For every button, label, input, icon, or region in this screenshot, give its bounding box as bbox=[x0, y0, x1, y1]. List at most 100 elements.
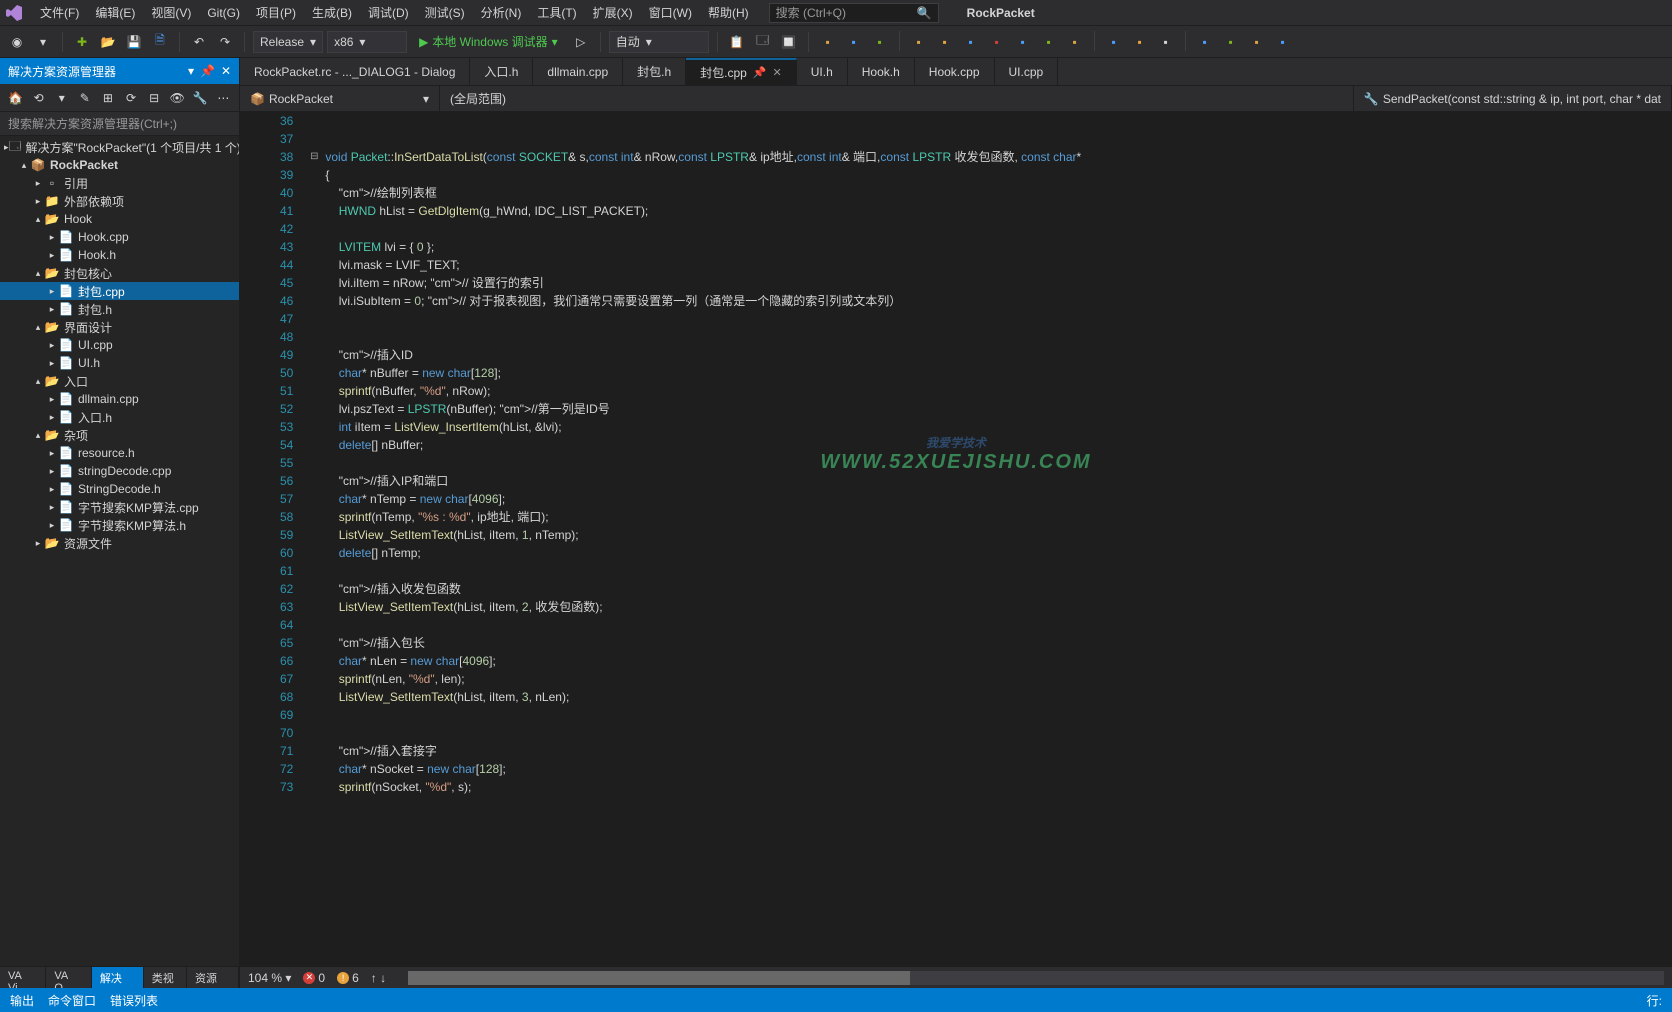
menu-item[interactable]: Git(G) bbox=[199, 3, 248, 23]
tree-item[interactable]: ▸▫引用 bbox=[0, 174, 239, 192]
menu-item[interactable]: 编辑(E) bbox=[87, 3, 143, 23]
close-icon[interactable]: ✕ bbox=[773, 66, 782, 79]
tree-item[interactable]: ▴📂Hook bbox=[0, 210, 239, 228]
sync-button[interactable]: ⟲ bbox=[29, 88, 48, 108]
tree-item[interactable]: ▴📂入口 bbox=[0, 372, 239, 390]
toolbar-icon[interactable]: ▪ bbox=[1103, 31, 1125, 53]
tool-button[interactable]: ✎ bbox=[75, 88, 94, 108]
close-icon[interactable]: ✕ bbox=[221, 64, 231, 78]
tree-item[interactable]: ▸📄dllmain.cpp bbox=[0, 390, 239, 408]
menu-item[interactable]: 扩展(X) bbox=[585, 3, 641, 23]
document-tab[interactable]: 封包.h bbox=[623, 58, 686, 86]
tree-item[interactable]: ▸📄Hook.cpp bbox=[0, 228, 239, 246]
solution-tree[interactable]: ▸🗔解决方案"RockPacket"(1 个项目/共 1 个)▴📦RockPac… bbox=[0, 136, 239, 966]
toolbar-icon[interactable]: ▪ bbox=[986, 31, 1008, 53]
refresh-button[interactable]: ⟳ bbox=[121, 88, 140, 108]
tree-item[interactable]: ▸📄UI.cpp bbox=[0, 336, 239, 354]
status-cmd[interactable]: 命令窗口 bbox=[48, 992, 96, 1009]
tree-item[interactable]: ▴📂杂项 bbox=[0, 426, 239, 444]
status-errors[interactable]: 错误列表 bbox=[110, 992, 158, 1009]
sidebar-tab[interactable]: 解决方… bbox=[92, 967, 144, 988]
menu-item[interactable]: 文件(F) bbox=[32, 3, 87, 23]
save-button[interactable]: 💾 bbox=[123, 31, 145, 53]
toolbar-icon[interactable]: ▪ bbox=[1064, 31, 1086, 53]
tree-item[interactable]: ▸📄入口.h bbox=[0, 408, 239, 426]
zoom-level[interactable]: 104 % ▾ bbox=[248, 971, 291, 985]
tree-item[interactable]: ▸📂资源文件 bbox=[0, 534, 239, 552]
nav-member[interactable]: 🔧 SendPacket(const std::string & ip, int… bbox=[1354, 86, 1672, 111]
toolbar-icon[interactable]: ▪ bbox=[817, 31, 839, 53]
dropdown-icon[interactable]: ▾ bbox=[188, 64, 194, 78]
document-tab[interactable]: Hook.cpp bbox=[915, 58, 995, 86]
toolbar-icon[interactable]: ▪ bbox=[1246, 31, 1268, 53]
document-tab[interactable]: UI.h bbox=[797, 58, 848, 86]
tool-button[interactable]: 🗔 bbox=[752, 31, 774, 53]
pin-icon[interactable]: 📌 bbox=[753, 66, 767, 79]
menu-item[interactable]: 调试(D) bbox=[360, 3, 417, 23]
tree-item[interactable]: ▸📁外部依赖项 bbox=[0, 192, 239, 210]
menu-item[interactable]: 项目(P) bbox=[248, 3, 304, 23]
fold-margin[interactable]: ⊟ bbox=[307, 112, 321, 966]
sidebar-tab[interactable]: VA O… bbox=[46, 967, 92, 988]
toolbar-icon[interactable]: ▪ bbox=[1194, 31, 1216, 53]
save-all-button[interactable]: 🗎 bbox=[149, 31, 171, 53]
collapse-button[interactable]: ⊟ bbox=[145, 88, 164, 108]
menu-item[interactable]: 窗口(W) bbox=[641, 3, 700, 23]
code-editor[interactable]: 3637383940414243444546474849505152535455… bbox=[240, 112, 1672, 966]
tree-item[interactable]: ▴📂界面设计 bbox=[0, 318, 239, 336]
document-tab[interactable]: Hook.h bbox=[848, 58, 915, 86]
tool-button[interactable]: ⊞ bbox=[98, 88, 117, 108]
debug-target-button[interactable]: ▷ bbox=[570, 31, 592, 53]
menu-item[interactable]: 工具(T) bbox=[529, 3, 584, 23]
tree-item[interactable]: ▸📄Hook.h bbox=[0, 246, 239, 264]
tool-button[interactable]: ▾ bbox=[52, 88, 71, 108]
toolbar-icon[interactable]: ▪ bbox=[960, 31, 982, 53]
nav-project[interactable]: 📦 RockPacket▾ bbox=[240, 86, 440, 111]
menu-item[interactable]: 分析(N) bbox=[473, 3, 530, 23]
redo-button[interactable]: ↷ bbox=[214, 31, 236, 53]
document-tab[interactable]: RockPacket.rc - ..._DIALOG1 - Dialog bbox=[240, 58, 470, 86]
error-count[interactable]: ✕0 bbox=[303, 971, 325, 985]
tree-item[interactable]: ▸📄stringDecode.cpp bbox=[0, 462, 239, 480]
nav-arrows[interactable]: ↑ ↓ bbox=[371, 971, 386, 985]
tool-button[interactable]: 📋 bbox=[726, 31, 748, 53]
toolbar-icon[interactable]: ▪ bbox=[1155, 31, 1177, 53]
menu-item[interactable]: 帮助(H) bbox=[700, 3, 757, 23]
toolbar-icon[interactable]: ▪ bbox=[843, 31, 865, 53]
tree-item[interactable]: ▴📦RockPacket bbox=[0, 156, 239, 174]
more-button[interactable]: ⋯ bbox=[214, 88, 233, 108]
toolbar-icon[interactable]: ▪ bbox=[1038, 31, 1060, 53]
document-tab[interactable]: 入口.h bbox=[470, 58, 533, 86]
warning-count[interactable]: !6 bbox=[337, 971, 359, 985]
menu-item[interactable]: 视图(V) bbox=[143, 3, 199, 23]
document-tab[interactable]: dllmain.cpp bbox=[533, 58, 623, 86]
pin-icon[interactable]: 📌 bbox=[200, 64, 215, 78]
tree-item[interactable]: ▸📄StringDecode.h bbox=[0, 480, 239, 498]
tree-item[interactable]: ▸📄字节搜索KMP算法.cpp bbox=[0, 498, 239, 516]
new-button[interactable]: ✚ bbox=[71, 31, 93, 53]
tree-item[interactable]: ▸📄封包.cpp bbox=[0, 282, 239, 300]
nav-fwd-button[interactable]: ▾ bbox=[32, 31, 54, 53]
toolbar-icon[interactable]: ▪ bbox=[869, 31, 891, 53]
sidebar-tab[interactable]: 类视图 bbox=[144, 967, 187, 988]
show-all-button[interactable]: 👁 bbox=[168, 88, 187, 108]
nav-back-button[interactable]: ◉ bbox=[6, 31, 28, 53]
config-combo[interactable]: Release▾ bbox=[253, 31, 323, 53]
status-output[interactable]: 输出 bbox=[10, 992, 34, 1009]
platform-combo[interactable]: x86▾ bbox=[327, 31, 407, 53]
quick-search-input[interactable]: 搜索 (Ctrl+Q)🔍 bbox=[769, 3, 939, 23]
tree-item[interactable]: ▸📄字节搜索KMP算法.h bbox=[0, 516, 239, 534]
toolbar-icon[interactable]: ▪ bbox=[1272, 31, 1294, 53]
properties-button[interactable]: 🔧 bbox=[191, 88, 210, 108]
open-button[interactable]: 📂 bbox=[97, 31, 119, 53]
mode-combo[interactable]: 自动▾ bbox=[609, 31, 709, 53]
document-tab[interactable]: UI.cpp bbox=[995, 58, 1059, 86]
status-line[interactable]: 行: bbox=[1647, 992, 1662, 1009]
solution-name[interactable]: RockPacket bbox=[959, 3, 1043, 23]
tool-button[interactable]: 🔲 bbox=[778, 31, 800, 53]
tree-item[interactable]: ▸📄UI.h bbox=[0, 354, 239, 372]
menu-item[interactable]: 测试(S) bbox=[417, 3, 473, 23]
toolbar-icon[interactable]: ▪ bbox=[1129, 31, 1151, 53]
toolbar-icon[interactable]: ▪ bbox=[908, 31, 930, 53]
sidebar-tab[interactable]: 资源视… bbox=[187, 967, 239, 988]
